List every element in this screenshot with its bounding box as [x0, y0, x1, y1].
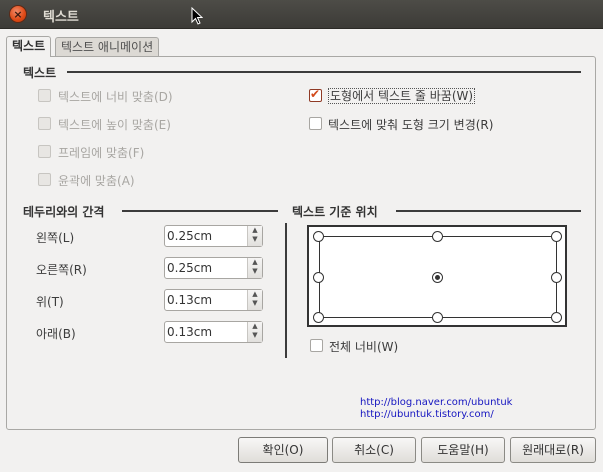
word-wrap-checkbox[interactable] [309, 87, 322, 102]
right-spacing-label: 오른쪽(R) [36, 263, 87, 277]
anchor-top-right-handle[interactable] [551, 231, 562, 242]
fit-height-checkbox[interactable] [38, 117, 51, 130]
full-width-checkbox[interactable] [310, 339, 323, 352]
section-divider [122, 210, 278, 212]
watermark-url: http://blog.naver.com/ubuntuk [360, 397, 513, 408]
close-icon[interactable]: × [9, 5, 27, 23]
vertical-separator [285, 223, 287, 358]
fit-width-label: 텍스트에 너비 맞춤(D) [58, 90, 173, 104]
fit-contour-label: 윤곽에 맞춤(A) [58, 174, 135, 188]
mouse-cursor-icon [191, 7, 203, 25]
spin-arrows-icon[interactable]: ▲ ▼ [247, 322, 262, 342]
fit-contour-checkbox[interactable] [38, 173, 51, 186]
anchor-center-handle[interactable] [432, 272, 443, 283]
bottom-spacing-spinner[interactable]: 0.13cm ▲ ▼ [164, 321, 263, 343]
cancel-button[interactable]: 취소(C) [332, 437, 416, 463]
section-divider [396, 210, 581, 212]
text-anchor-selector[interactable] [307, 225, 567, 327]
spin-arrows-icon[interactable]: ▲ ▼ [247, 290, 262, 310]
fit-height-label: 텍스트에 높이 맞춤(E) [58, 118, 171, 132]
spacing-section-title: 테두리와의 간격 [23, 205, 105, 219]
anchor-top-left-handle[interactable] [313, 231, 324, 242]
anchor-bottom-right-handle[interactable] [551, 312, 562, 323]
left-spacing-label: 왼쪽(L) [36, 231, 75, 245]
watermark-url: http://ubuntuk.tistory.com/ [360, 409, 494, 420]
right-spacing-value: 0.25cm [167, 261, 213, 275]
spin-arrows-icon[interactable]: ▲ ▼ [247, 226, 262, 246]
anchor-middle-left-handle[interactable] [313, 272, 324, 283]
word-wrap-label: 도형에서 텍스트 줄 바꿈(W) [328, 88, 476, 104]
window-title: 텍스트 [43, 10, 79, 25]
anchor-section-title: 텍스트 기준 위치 [292, 205, 378, 219]
tab-text-animation[interactable]: 텍스트 애니메이션 [55, 37, 160, 56]
top-spacing-spinner[interactable]: 0.13cm ▲ ▼ [164, 289, 263, 311]
ok-button[interactable]: 확인(O) [238, 437, 328, 463]
top-spacing-value: 0.13cm [167, 293, 213, 307]
help-button[interactable]: 도움말(H) [421, 437, 505, 463]
left-spacing-spinner[interactable]: 0.25cm ▲ ▼ [164, 225, 263, 247]
anchor-bottom-center-handle[interactable] [432, 312, 443, 323]
tab-text[interactable]: 텍스트 [6, 36, 52, 57]
title-bar: × 텍스트 [0, 0, 603, 29]
anchor-middle-right-handle[interactable] [551, 272, 562, 283]
anchor-bottom-left-handle[interactable] [313, 312, 324, 323]
bottom-spacing-label: 아래(B) [36, 327, 76, 341]
anchor-top-center-handle[interactable] [432, 231, 443, 242]
fit-frame-label: 프레임에 맞춤(F) [58, 146, 145, 160]
right-spacing-spinner[interactable]: 0.25cm ▲ ▼ [164, 257, 263, 279]
left-spacing-value: 0.25cm [167, 229, 213, 243]
fit-width-checkbox[interactable] [38, 89, 51, 102]
section-divider [67, 71, 581, 73]
full-width-label: 전체 너비(W) [329, 340, 399, 354]
bottom-spacing-value: 0.13cm [167, 325, 213, 339]
reset-button[interactable]: 원래대로(R) [510, 437, 596, 463]
spin-arrows-icon[interactable]: ▲ ▼ [247, 258, 262, 278]
fit-frame-checkbox[interactable] [38, 145, 51, 158]
autosize-checkbox[interactable] [309, 117, 322, 130]
autosize-label: 텍스트에 맞춰 도형 크기 변경(R) [328, 118, 494, 132]
top-spacing-label: 위(T) [36, 295, 64, 309]
text-section-title: 텍스트 [23, 66, 57, 80]
